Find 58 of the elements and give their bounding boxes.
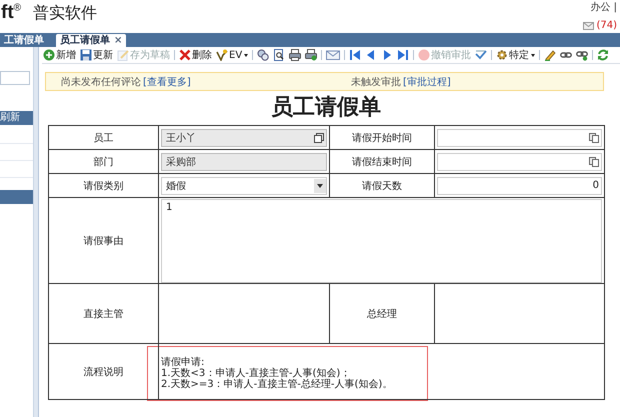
- sidebar-header[interactable]: 刷新: [0, 111, 33, 125]
- field-label: 流程说明: [84, 366, 124, 378]
- last-page-icon[interactable]: [397, 49, 410, 61]
- circle-icon: [418, 49, 430, 61]
- gear-button[interactable]: 特定: [495, 48, 536, 62]
- field-label: 请假天数: [362, 180, 402, 192]
- notice-text: 未触发审批: [351, 76, 401, 88]
- envelope-icon[interactable]: [326, 49, 340, 61]
- printer-icon[interactable]: [289, 49, 302, 61]
- field-label: 请假开始时间: [352, 132, 412, 144]
- notice-link[interactable]: [审批过程]: [403, 74, 451, 88]
- logo-text: ft$^{®}$: [1, 2, 22, 24]
- save-button[interactable]: 更新: [79, 48, 114, 62]
- close-icon[interactable]: ×: [114, 34, 122, 47]
- form-title: 员工请假单: [270, 94, 382, 122]
- calendar-icon[interactable]: [589, 132, 599, 142]
- tab[interactable]: 工请假单: [0, 34, 48, 47]
- gear-icon: [496, 49, 508, 61]
- document-search-icon[interactable]: [273, 49, 286, 61]
- delete-button[interactable]: 删除: [178, 48, 213, 62]
- check-icon[interactable]: [475, 49, 488, 61]
- product-name: 普实软件: [33, 3, 98, 24]
- envelope-icon[interactable]: [583, 22, 594, 30]
- field-label: 总经理: [367, 308, 397, 320]
- input-field[interactable]: 采购部: [161, 152, 327, 170]
- date-field[interactable]: [437, 152, 602, 170]
- field-label: 员工: [94, 132, 114, 144]
- field-label: 请假结束时间: [352, 156, 412, 168]
- text-area[interactable]: 1: [161, 198, 602, 282]
- field-label: 请假事由: [84, 236, 124, 246]
- save-icon: [80, 49, 92, 61]
- copy-icon[interactable]: [314, 132, 324, 142]
- notice-link[interactable]: [查看更多]: [143, 74, 191, 88]
- process-note: 请假申请: 1.天数<3：申请人-直接主管-人事(知会)； 2.天数>=3：申请人-直接主管-总经理-人事(知会)。: [147, 346, 428, 401]
- refresh-icon[interactable]: [597, 49, 610, 61]
- delete-icon: [179, 49, 191, 61]
- printer-icon[interactable]: [305, 49, 318, 61]
- field-label: 直接主管: [84, 308, 124, 320]
- calendar-icon[interactable]: [589, 156, 599, 166]
- tab[interactable]: 员工请假单 ×: [56, 34, 126, 47]
- notice-text: 尚未发布任何评论: [61, 76, 141, 88]
- draft-icon: [117, 49, 129, 61]
- first-page-icon[interactable]: [349, 49, 362, 61]
- dropdown-field[interactable]: 婚假: [161, 176, 327, 194]
- plus-circle-icon: [43, 49, 55, 61]
- field-label: 部门: [94, 156, 114, 168]
- input-field[interactable]: 0: [437, 176, 602, 194]
- wand-button[interactable]: EV: [215, 48, 250, 62]
- search-field[interactable]: [0, 71, 30, 85]
- top-links[interactable]: 办公 |: [590, 0, 617, 14]
- mail-count[interactable]: (74): [596, 20, 617, 31]
- field-label: 请假类别: [84, 180, 124, 192]
- date-field[interactable]: [437, 128, 602, 146]
- input-field[interactable]: 王小丫: [161, 128, 327, 146]
- plus-circle-button[interactable]: 新增: [42, 48, 77, 62]
- link-icon[interactable]: [576, 49, 588, 61]
- pencil-icon[interactable]: [544, 49, 556, 61]
- next-icon[interactable]: [381, 49, 394, 61]
